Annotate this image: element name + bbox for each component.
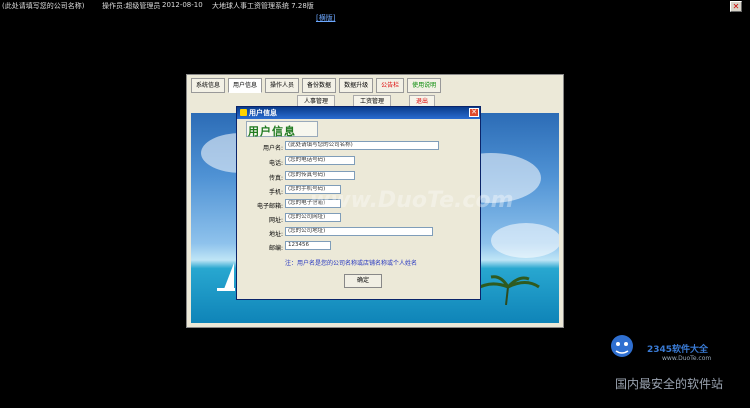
- tab-backup[interactable]: 备份数据: [302, 78, 337, 93]
- dialog-title-bar[interactable]: 用户信息 ✕: [237, 107, 480, 119]
- address-label: 地址:: [268, 231, 283, 238]
- tab-bulletin[interactable]: 公告栏: [376, 78, 405, 93]
- phone-label: 电话:: [268, 160, 283, 167]
- sailboat-hull: [217, 288, 235, 291]
- mascot-icon: [611, 335, 633, 357]
- watermark-logo-sub: www.DuoTe.com: [662, 355, 712, 362]
- mobile-label: 手机:: [268, 189, 283, 196]
- app-close-button[interactable]: ✕: [730, 1, 742, 12]
- app-icon: [240, 109, 247, 116]
- tab-operators[interactable]: 操作人员: [265, 78, 300, 93]
- watermark-logo-main: 2345软件大全: [647, 345, 709, 355]
- tab-user-info[interactable]: 用户信息: [228, 78, 263, 93]
- hint-note: 注：用户名是您的公司名称或店铺名称或个人姓名: [285, 260, 418, 267]
- tab-upgrade[interactable]: 数据升级: [339, 78, 374, 93]
- ok-button[interactable]: 确定: [344, 274, 382, 288]
- layout-link[interactable]: [横版]: [316, 13, 335, 23]
- fax-field[interactable]: (您的传真号码): [285, 171, 355, 180]
- watermark-text: www.DuoTe.com: [310, 188, 514, 213]
- tab-bar: 系统信息 用户信息 操作人员 备份数据 数据升级 公告栏 使用说明: [191, 78, 442, 93]
- tab-manual[interactable]: 使用说明: [407, 78, 442, 93]
- username-label: 用户名:: [262, 145, 283, 152]
- tab-system-info[interactable]: 系统信息: [191, 78, 226, 93]
- watermark-logo: 2345软件大全 www.DuoTe.com: [600, 330, 750, 362]
- sailboat-icon: [224, 263, 234, 289]
- phone-field[interactable]: (您的电话号码): [285, 156, 355, 165]
- operator-label: 操作员:超级管理员: [102, 2, 161, 10]
- watermark-tagline: 国内最安全的软件站: [615, 377, 724, 391]
- dialog-close-button[interactable]: ✕: [469, 108, 479, 117]
- fax-label: 传真:: [268, 175, 283, 182]
- username-field[interactable]: (此处请填写您的公司名称): [285, 141, 439, 150]
- cloud: [491, 223, 559, 258]
- address-field[interactable]: (您的公司地址): [285, 227, 433, 236]
- app-title-bar: (此处请填写您的公司名称) 操作员:超级管理员 2012-08-10 大地球人事…: [0, 0, 750, 14]
- email-label: 电子邮箱:: [256, 203, 283, 210]
- current-date: 2012-08-10: [162, 1, 203, 9]
- postcode-field[interactable]: 123456: [285, 241, 331, 250]
- postcode-label: 邮编:: [268, 245, 283, 252]
- dialog-title: 用户信息: [249, 109, 277, 117]
- company-name: (此处请填写您的公司名称): [2, 2, 85, 10]
- website-label: 网址:: [268, 217, 283, 224]
- dialog-heading: 用户信息: [248, 125, 296, 138]
- website-field[interactable]: (您的公司网址): [285, 213, 341, 222]
- system-name: 大地球人事工资管理系统 7.28版: [212, 2, 314, 10]
- palm-tree-icon: [475, 275, 540, 305]
